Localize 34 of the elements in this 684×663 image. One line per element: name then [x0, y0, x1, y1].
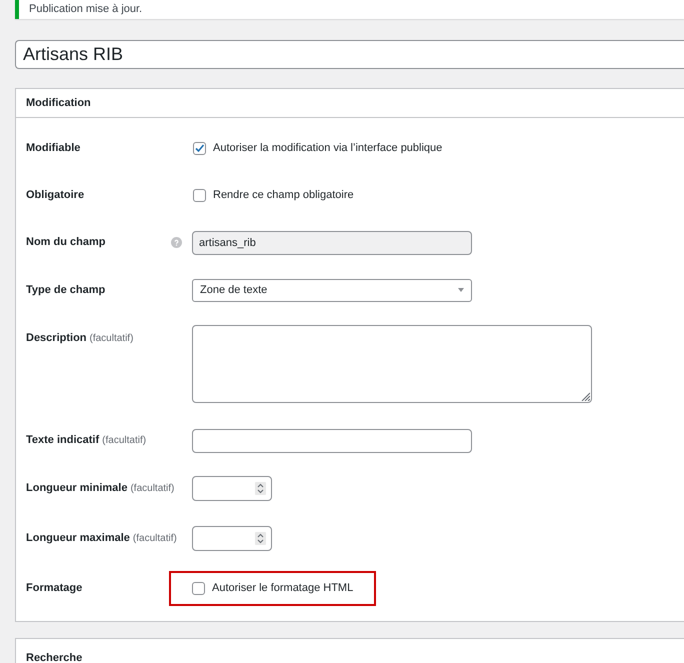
- checkbox-label: Autoriser la modification via l’interface publique: [213, 141, 442, 156]
- title-field[interactable]: Artisans RIB: [15, 40, 684, 69]
- optional-hint: (facultatif): [132, 532, 177, 546]
- resize-handle-icon[interactable]: [581, 392, 590, 401]
- field-name-input[interactable]: artisans_rib: [192, 230, 472, 254]
- field-type-select[interactable]: Zone de texte: [192, 278, 472, 302]
- checkbox-label: Autoriser le formatage HTML: [212, 580, 354, 596]
- dropdown-caret-icon: [458, 288, 464, 292]
- field-label: Longueur minimale: [26, 480, 128, 496]
- field-label: Texte indicatif: [26, 433, 100, 448]
- field-label: Obligatoire: [26, 188, 84, 204]
- number-input[interactable]: [192, 476, 272, 500]
- optional-hint: (facultatif): [102, 434, 146, 448]
- field-label: Formatage: [26, 580, 82, 596]
- checkbox[interactable]: [193, 142, 206, 155]
- help-icon[interactable]: [171, 237, 182, 248]
- field-label: Nom du champ: [26, 235, 106, 250]
- notice-text: Publication mise à jour.: [29, 4, 142, 15]
- field-label: Longueur maximale: [26, 530, 130, 546]
- checkbox[interactable]: [193, 189, 206, 202]
- field-label: Type de champ: [26, 282, 106, 298]
- optional-hint: (facultatif): [130, 482, 174, 496]
- description-textarea[interactable]: [192, 325, 592, 403]
- placeholder-input[interactable]: [192, 428, 472, 452]
- checkbox-label: Rendre ce champ obligatoire: [213, 188, 354, 204]
- field-label: Description: [26, 331, 87, 346]
- number-input[interactable]: [192, 526, 272, 550]
- field-label: Modifiable: [26, 141, 80, 156]
- optional-hint: (facultatif): [90, 332, 134, 346]
- spinner-icon[interactable]: [255, 482, 266, 494]
- spinner-icon[interactable]: [255, 532, 266, 544]
- panel-title: Recherche: [26, 652, 82, 663]
- panel-title: Modification: [26, 96, 91, 111]
- checkbox[interactable]: [192, 582, 205, 594]
